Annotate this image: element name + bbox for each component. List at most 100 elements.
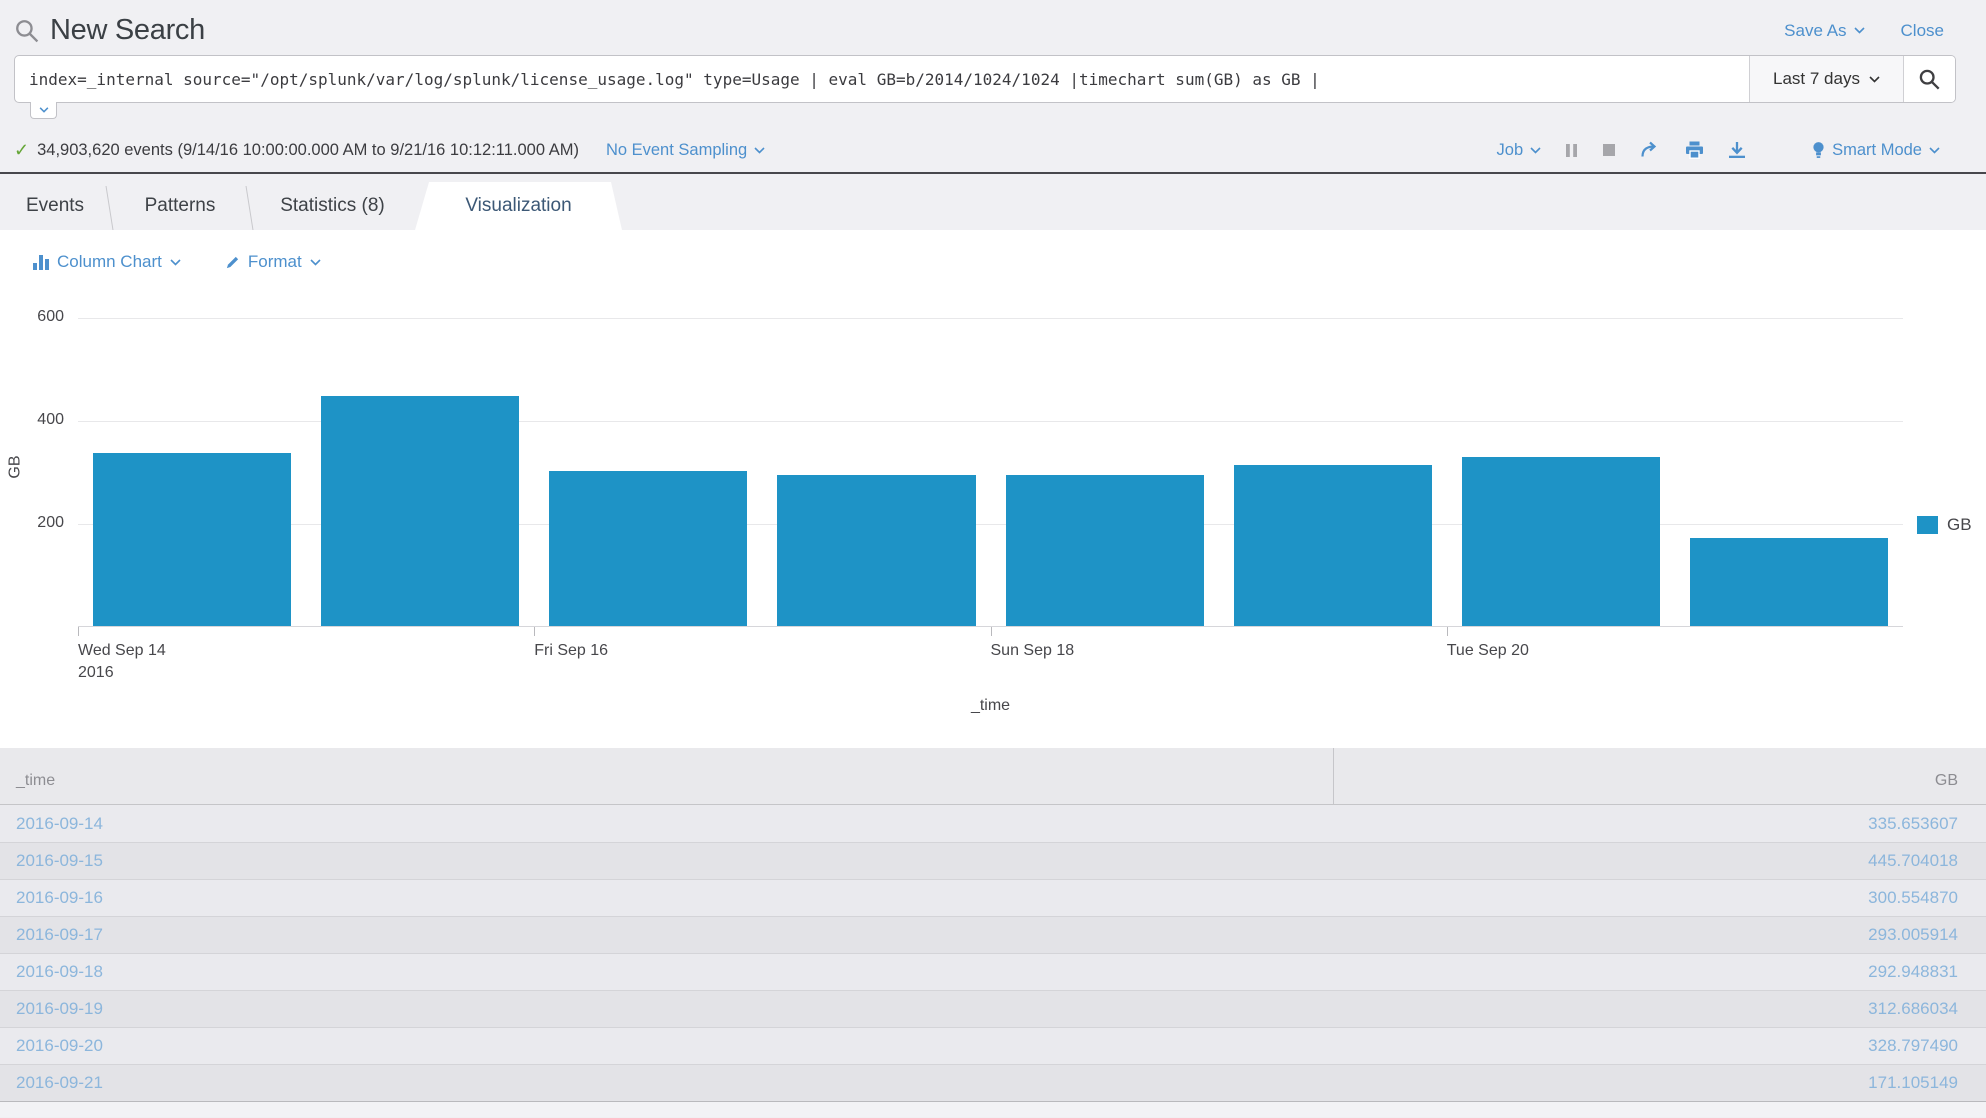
job-controls: Job Smart Mode — [1497, 141, 1940, 160]
format-dropdown[interactable]: Format — [225, 252, 321, 272]
table-header: _time GB — [0, 748, 1986, 805]
bar-2016-09-16[interactable] — [549, 471, 748, 626]
splunk-search-page: New Search Save As Close index=_internal… — [0, 0, 1986, 1118]
bar-2016-09-17[interactable] — [777, 475, 976, 626]
time-cell-link[interactable]: 2016-09-19 — [16, 999, 103, 1018]
y-tick-label: 400 — [37, 411, 64, 428]
chevron-down-icon — [1853, 27, 1865, 34]
bar-2016-09-15[interactable] — [321, 396, 520, 626]
table-body: 2016-09-14 335.653607 2016-09-15 445.704018… — [0, 805, 1986, 1101]
time-cell-link[interactable]: 2016-09-14 — [16, 814, 103, 833]
chevron-down-icon — [1869, 75, 1880, 83]
visualization-panel: Column Chart Format 200 400 600 GB Wed Sep… — [0, 230, 1986, 748]
chart-type-dropdown[interactable]: Column Chart — [33, 252, 181, 272]
tab-statistics[interactable]: Statistics (8) — [250, 182, 415, 230]
bar-2016-09-20[interactable] — [1461, 456, 1660, 626]
tab-patterns[interactable]: Patterns — [110, 182, 250, 230]
pencil-icon — [225, 255, 240, 270]
time-cell-link[interactable]: 2016-09-21 — [16, 1073, 103, 1092]
gb-cell-link[interactable]: 445.704018 — [1868, 851, 1958, 870]
event-sampling-dropdown[interactable]: No Event Sampling — [606, 141, 765, 160]
gb-cell-link[interactable]: 312.686034 — [1868, 999, 1958, 1018]
table-row: 2016-09-16 300.554870 — [0, 879, 1986, 916]
success-check-icon: ✓ — [14, 139, 30, 160]
event-count: 34,903,620 events (9/14/16 10:00:00.000 … — [37, 140, 579, 159]
column-header-time[interactable]: _time — [0, 772, 1333, 804]
save-as-button[interactable]: Save As — [1784, 21, 1865, 41]
chevron-down-icon — [170, 258, 181, 266]
x-tick — [534, 627, 536, 636]
status-row: ✓ 34,903,620 events (9/14/16 10:00:00.00… — [0, 119, 1986, 166]
job-dropdown[interactable]: Job — [1497, 141, 1542, 160]
gridline — [78, 318, 1903, 319]
gb-cell-link[interactable]: 300.554870 — [1868, 888, 1958, 907]
bar-2016-09-18[interactable] — [1005, 475, 1204, 626]
tab-events[interactable]: Events — [0, 182, 110, 230]
time-cell-link[interactable]: 2016-09-18 — [16, 962, 103, 981]
legend-swatch — [1917, 516, 1938, 534]
y-tick-label: 600 — [37, 308, 64, 325]
search-submit-button[interactable] — [1903, 56, 1955, 102]
chevron-down-icon — [39, 107, 49, 113]
table-bottom-edge — [0, 1101, 1986, 1117]
x-tick — [990, 627, 992, 636]
lightbulb-icon — [1812, 141, 1825, 160]
chevron-down-icon — [1530, 146, 1541, 154]
bar-2016-09-19[interactable] — [1233, 464, 1432, 626]
export-button[interactable] — [1728, 141, 1746, 159]
tab-bar: Events Patterns Statistics (8) Visualiza… — [0, 172, 1986, 230]
table-row: 2016-09-15 445.704018 — [0, 842, 1986, 879]
table-row: 2016-09-17 293.005914 — [0, 916, 1986, 953]
gb-cell-link[interactable]: 293.005914 — [1868, 925, 1958, 944]
close-button[interactable]: Close — [1901, 21, 1944, 41]
search-title-icon — [14, 18, 40, 44]
y-axis-title: GB — [6, 455, 24, 479]
search-icon — [1918, 68, 1941, 91]
chevron-down-icon — [1929, 146, 1940, 154]
column-header-gb[interactable]: GB — [1333, 748, 1986, 804]
x-axis-labels: Wed Sep 14 2016 Fri Sep 16 Sun Sep 18 Tue Se… — [78, 627, 1903, 687]
pause-button[interactable] — [1565, 143, 1578, 158]
search-mode-dropdown[interactable]: Smart Mode — [1812, 141, 1940, 160]
page-title: New Search — [50, 14, 205, 46]
viz-controls: Column Chart Format — [0, 230, 1986, 272]
search-bar-expander[interactable] — [30, 102, 57, 119]
time-cell-link[interactable]: 2016-09-17 — [16, 925, 103, 944]
x-tick — [78, 627, 79, 636]
time-cell-link[interactable]: 2016-09-20 — [16, 1036, 103, 1055]
x-axis-title: _time — [970, 697, 1011, 714]
gb-cell-link[interactable]: 335.653607 — [1868, 814, 1958, 833]
x-tick-label: Tue Sep 20 — [1446, 642, 1529, 659]
search-query-input[interactable]: index=_internal source="/opt/splunk/var/… — [15, 56, 1749, 102]
table-row: 2016-09-21 171.105149 — [0, 1064, 1986, 1101]
bar-2016-09-14[interactable] — [93, 453, 292, 626]
bar-2016-09-21[interactable] — [1689, 537, 1888, 626]
time-cell-link[interactable]: 2016-09-15 — [16, 851, 103, 870]
stop-button[interactable] — [1602, 143, 1616, 157]
table-row: 2016-09-14 335.653607 — [0, 805, 1986, 842]
chart-legend: GB — [1917, 515, 1972, 535]
time-range-picker[interactable]: Last 7 days — [1749, 56, 1903, 102]
results-table: _time GB 2016-09-14 335.653607 2016-09-15 4… — [0, 748, 1986, 1117]
time-cell-link[interactable]: 2016-09-16 — [16, 888, 103, 907]
gb-cell-link[interactable]: 292.948831 — [1868, 962, 1958, 981]
tab-visualization[interactable]: Visualization — [415, 182, 622, 230]
share-button[interactable] — [1640, 141, 1661, 159]
table-row: 2016-09-20 328.797490 — [0, 1027, 1986, 1064]
table-row: 2016-09-19 312.686034 — [0, 990, 1986, 1027]
title-bar: New Search Save As Close — [0, 0, 1986, 55]
search-bar: index=_internal source="/opt/splunk/var/… — [14, 55, 1956, 103]
chevron-down-icon — [310, 258, 321, 266]
gb-cell-link[interactable]: 171.105149 — [1868, 1073, 1958, 1092]
y-tick-label: 200 — [37, 514, 64, 531]
x-tick — [1446, 627, 1448, 636]
chevron-down-icon — [754, 146, 765, 154]
x-tick-label: Sun Sep 18 — [990, 642, 1075, 659]
x-tick-label: Wed Sep 14 2016 — [78, 642, 166, 681]
column-chart: 200 400 600 GB Wed Sep 14 2016 Fri Sep 16 Sun… — [0, 272, 1986, 740]
print-button[interactable] — [1685, 141, 1704, 159]
legend-label: GB — [1947, 515, 1972, 534]
table-row: 2016-09-18 292.948831 — [0, 953, 1986, 990]
gb-cell-link[interactable]: 328.797490 — [1868, 1036, 1958, 1055]
column-chart-icon — [33, 254, 49, 270]
